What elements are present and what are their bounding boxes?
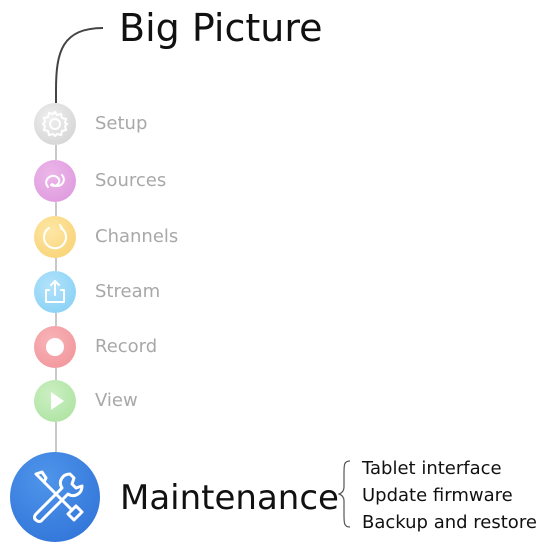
- tools-icon[interactable]: [10, 452, 100, 542]
- maintenance-item-backup-and-restore[interactable]: Backup and restore: [362, 511, 537, 535]
- step-label-stream: Stream: [95, 281, 161, 302]
- step-sources[interactable]: Sources: [34, 160, 234, 202]
- record-icon: [34, 326, 76, 368]
- step-record[interactable]: Record: [34, 326, 234, 368]
- bracket-icon: [338, 460, 351, 528]
- maintenance-item-update-firmware[interactable]: Update firmware: [362, 484, 513, 508]
- step-label-sources: Sources: [95, 170, 167, 191]
- step-label-setup: Setup: [95, 113, 148, 134]
- maintenance-item-tablet-interface[interactable]: Tablet interface: [362, 457, 502, 481]
- step-stream[interactable]: Stream: [34, 271, 234, 313]
- step-setup[interactable]: Setup: [34, 103, 234, 145]
- link-icon: [34, 160, 76, 202]
- play-icon: [34, 380, 76, 422]
- step-view[interactable]: View: [34, 380, 234, 422]
- step-label-view: View: [95, 390, 138, 411]
- page-title: Big Picture: [119, 6, 323, 50]
- step-channels[interactable]: Channels: [34, 216, 234, 258]
- circle-icon: [34, 216, 76, 258]
- share-icon: [34, 271, 76, 313]
- step-label-channels: Channels: [95, 226, 179, 247]
- gear-icon: [34, 103, 76, 145]
- maintenance-label[interactable]: Maintenance: [120, 476, 339, 520]
- step-label-record: Record: [95, 336, 158, 357]
